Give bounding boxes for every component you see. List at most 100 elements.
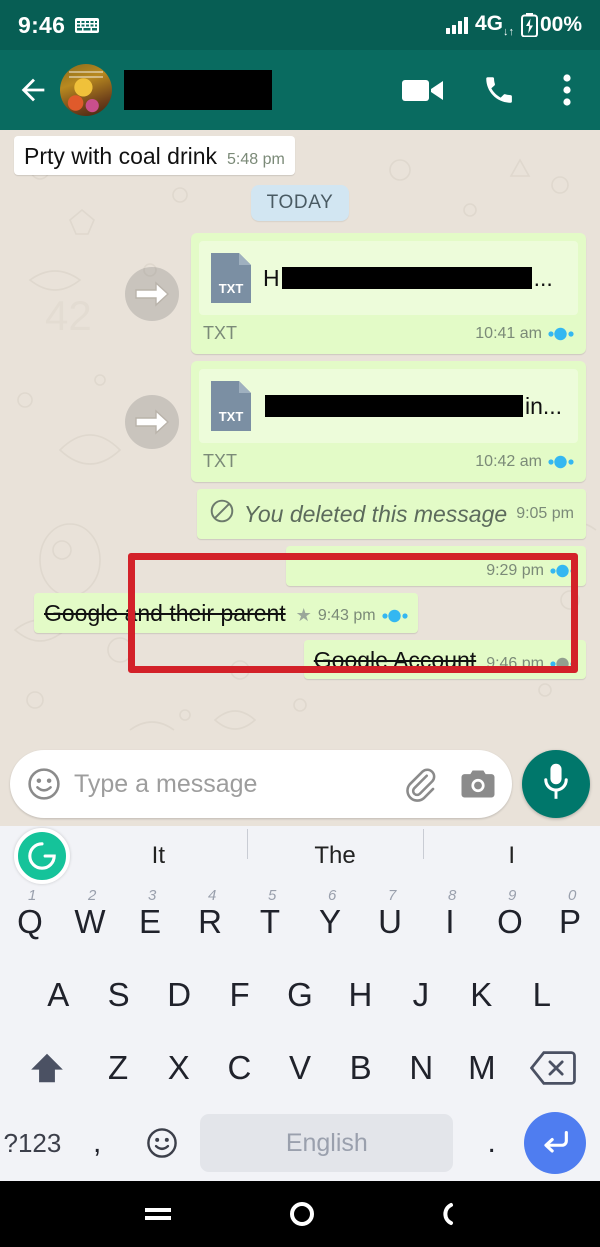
key-b[interactable]: B bbox=[330, 1032, 391, 1105]
message-row-incoming[interactable]: Prty with coal drink 5:48 pm bbox=[0, 136, 600, 176]
message-time: 9:43 pm bbox=[317, 606, 376, 624]
key-q[interactable]: 1Q bbox=[0, 885, 60, 958]
status-bar-left: 9:46 bbox=[18, 12, 100, 39]
message-meta: 10:42 am bbox=[475, 453, 574, 471]
phone-icon[interactable] bbox=[476, 73, 522, 107]
key-p[interactable]: 0P bbox=[540, 885, 600, 958]
read-ticks-icon bbox=[382, 609, 408, 623]
camera-icon[interactable] bbox=[460, 769, 496, 799]
recents-icon[interactable] bbox=[145, 1203, 171, 1225]
suggestion-item[interactable]: It bbox=[70, 842, 247, 870]
key-h[interactable]: H bbox=[330, 958, 390, 1031]
back-arrow-icon[interactable] bbox=[16, 73, 50, 107]
suggestion-strip: It The I bbox=[0, 826, 600, 885]
message-text: Google Account bbox=[313, 646, 477, 673]
key-label: I bbox=[445, 902, 455, 940]
message-row-deleted[interactable]: You deleted this message 9:05 pm bbox=[0, 489, 600, 540]
message-bubble-google-parent[interactable]: Google and their parent ★ 9:43 pm bbox=[34, 593, 418, 633]
key-v[interactable]: V bbox=[270, 1032, 331, 1105]
suggestion-item[interactable]: I bbox=[423, 828, 600, 870]
read-ticks-icon bbox=[550, 564, 576, 578]
keyboard-row-3: Z X C V B N M bbox=[0, 1032, 600, 1105]
contact-name-redacted[interactable] bbox=[124, 70, 272, 110]
key-number-hint: 1 bbox=[28, 887, 37, 905]
backspace-icon[interactable] bbox=[512, 1032, 594, 1105]
key-e[interactable]: 3E bbox=[120, 885, 180, 958]
message-bubble-google-account[interactable]: Google Account 9:46 pm bbox=[303, 639, 586, 680]
on-screen-keyboard[interactable]: It The I 1Q 2W 3E 4R 5T 6Y 7U 8I 9O 0P A… bbox=[0, 826, 600, 1181]
key-n[interactable]: N bbox=[391, 1032, 452, 1105]
chat-message-list[interactable]: 42 Prty with coal drink 5:48 pm TODAY TX… bbox=[0, 130, 600, 742]
paperclip-icon[interactable] bbox=[402, 766, 438, 802]
network-type-label: 4G↓↑ bbox=[474, 11, 514, 39]
key-j[interactable]: J bbox=[391, 958, 451, 1031]
message-row-google-parent[interactable]: Google and their parent ★ 9:43 pm bbox=[0, 593, 600, 633]
key-o[interactable]: 9O bbox=[480, 885, 540, 958]
key-y[interactable]: 6Y bbox=[300, 885, 360, 958]
key-period[interactable]: . bbox=[459, 1105, 524, 1181]
video-camera-icon[interactable] bbox=[400, 76, 446, 104]
key-x[interactable]: X bbox=[148, 1032, 209, 1105]
key-comma[interactable]: , bbox=[65, 1105, 130, 1181]
message-bubble-blank[interactable]: 9:29 pm bbox=[286, 546, 586, 587]
key-a[interactable]: A bbox=[28, 958, 88, 1031]
key-k[interactable]: K bbox=[451, 958, 511, 1031]
message-time: 10:41 am bbox=[475, 324, 542, 342]
key-w[interactable]: 2W bbox=[60, 885, 120, 958]
key-label: W bbox=[74, 902, 106, 940]
emoji-smiley-icon[interactable] bbox=[26, 766, 62, 802]
document-title-suffix: ... bbox=[533, 264, 553, 291]
keyboard-row-2: A S D F G H J K L bbox=[0, 958, 600, 1031]
grammarly-logo-icon[interactable] bbox=[14, 827, 70, 884]
key-z[interactable]: Z bbox=[88, 1032, 149, 1105]
forward-arrow-icon[interactable] bbox=[125, 394, 179, 449]
key-f[interactable]: F bbox=[209, 958, 269, 1031]
message-input-placeholder[interactable]: Type a message bbox=[74, 770, 390, 799]
key-g[interactable]: G bbox=[270, 958, 330, 1031]
battery-percent-label: 00% bbox=[539, 13, 582, 36]
suggestion-item[interactable]: The bbox=[246, 828, 424, 870]
key-d[interactable]: D bbox=[149, 958, 209, 1031]
message-input-field[interactable]: Type a message bbox=[10, 750, 512, 818]
key-number-hint: 7 bbox=[388, 887, 397, 905]
contact-avatar[interactable] bbox=[60, 64, 112, 116]
voice-record-button[interactable] bbox=[522, 750, 590, 818]
key-i[interactable]: 8I bbox=[420, 885, 480, 958]
document-preview[interactable]: TXT in... bbox=[199, 369, 578, 444]
svg-text:TXT: TXT bbox=[219, 281, 244, 296]
message-bubble-party[interactable]: Prty with coal drink 5:48 pm bbox=[14, 136, 295, 176]
key-label: U bbox=[378, 902, 402, 940]
message-meta: ★ 9:43 pm bbox=[296, 605, 408, 626]
message-time: 9:05 pm bbox=[516, 505, 574, 523]
key-m[interactable]: M bbox=[452, 1032, 513, 1105]
enter-key[interactable] bbox=[524, 1112, 587, 1174]
home-circle-icon[interactable] bbox=[289, 1201, 315, 1227]
three-dot-menu-icon[interactable] bbox=[550, 73, 584, 107]
message-bubble-document-1[interactable]: TXT H... TXT 10:41 am bbox=[191, 233, 586, 355]
message-row-google-account[interactable]: Google Account 9:46 pm bbox=[0, 639, 600, 680]
back-c-icon[interactable] bbox=[433, 1201, 455, 1227]
shift-arrow-icon[interactable] bbox=[6, 1032, 88, 1105]
message-row-blank[interactable]: 9:29 pm bbox=[0, 546, 600, 587]
key-l[interactable]: L bbox=[512, 958, 572, 1031]
key-c[interactable]: C bbox=[209, 1032, 270, 1105]
key-s[interactable]: S bbox=[88, 958, 148, 1031]
key-label: T bbox=[259, 902, 281, 940]
message-bubble-document-2[interactable]: TXT in... TXT 10:42 am bbox=[191, 361, 586, 483]
keyboard-icon bbox=[75, 18, 100, 33]
message-time: 9:29 pm bbox=[486, 562, 544, 580]
forward-arrow-icon[interactable] bbox=[125, 266, 179, 321]
emoji-smiley-icon[interactable] bbox=[130, 1105, 195, 1181]
spacebar-key[interactable]: English bbox=[200, 1114, 454, 1172]
key-u[interactable]: 7U bbox=[360, 885, 420, 958]
message-row-document-1[interactable]: TXT H... TXT 10:41 am bbox=[0, 233, 600, 355]
key-number-hint: 4 bbox=[208, 887, 217, 905]
document-preview[interactable]: TXT H... bbox=[199, 241, 578, 316]
key-t[interactable]: 5T bbox=[240, 885, 300, 958]
symbols-key[interactable]: ?123 bbox=[0, 1105, 65, 1181]
status-bar-right: 4G↓↑ 00% bbox=[446, 12, 582, 38]
key-r[interactable]: 4R bbox=[180, 885, 240, 958]
key-number-hint: 9 bbox=[508, 887, 517, 905]
message-row-document-2[interactable]: TXT in... TXT 10:42 am bbox=[0, 361, 600, 483]
message-bubble-deleted[interactable]: You deleted this message 9:05 pm bbox=[196, 489, 586, 540]
